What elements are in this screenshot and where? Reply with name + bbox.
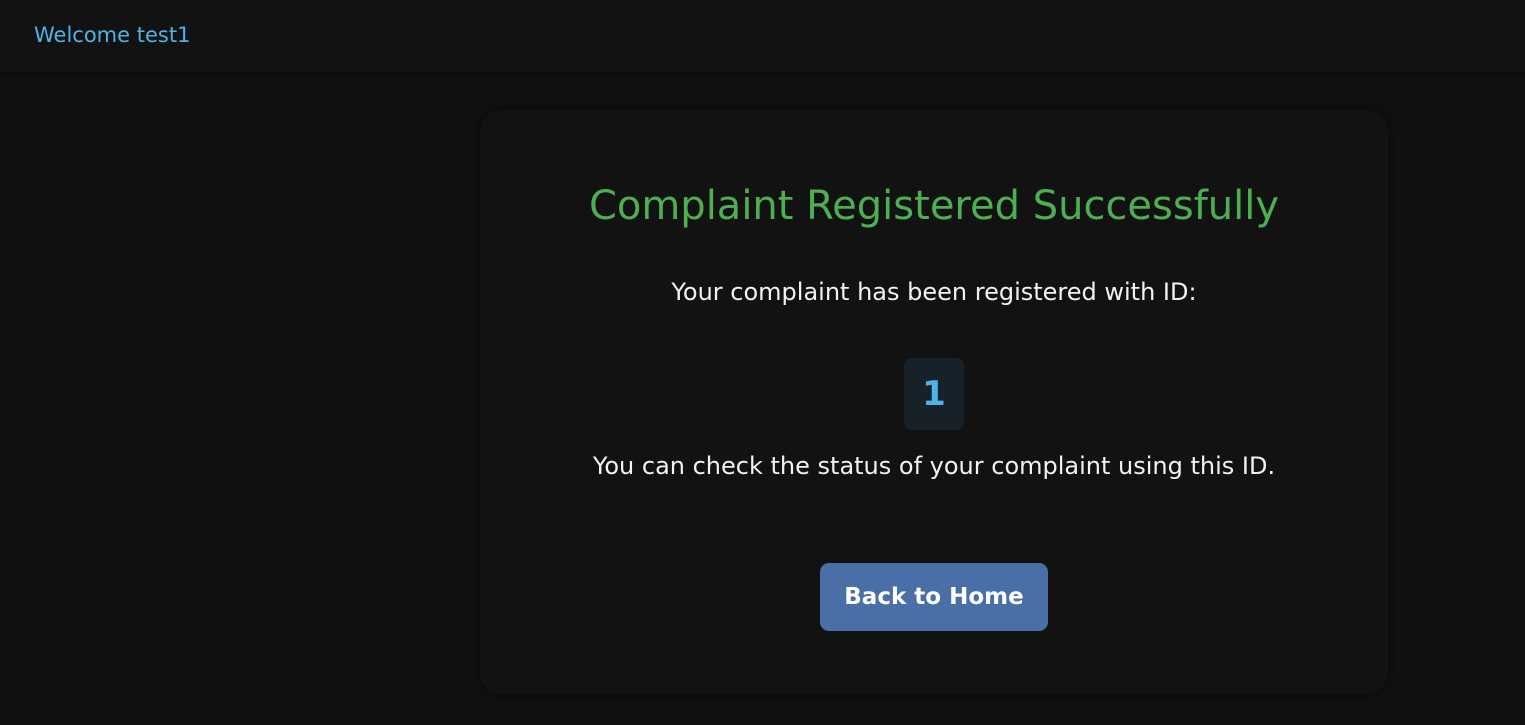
status-hint-message: You can check the status of your complai… bbox=[592, 452, 1276, 480]
registered-message: Your complaint has been registered with … bbox=[671, 278, 1197, 306]
page-title: Complaint Registered Successfully bbox=[588, 183, 1280, 229]
confirmation-card: Complaint Registered Successfully Your c… bbox=[480, 110, 1388, 694]
welcome-user-link[interactable]: Welcome test1 bbox=[34, 22, 190, 48]
top-navbar: Welcome test1 bbox=[0, 0, 1525, 72]
back-to-home-button[interactable]: Back to Home bbox=[820, 563, 1048, 631]
complaint-id-badge: 1 bbox=[904, 358, 964, 430]
